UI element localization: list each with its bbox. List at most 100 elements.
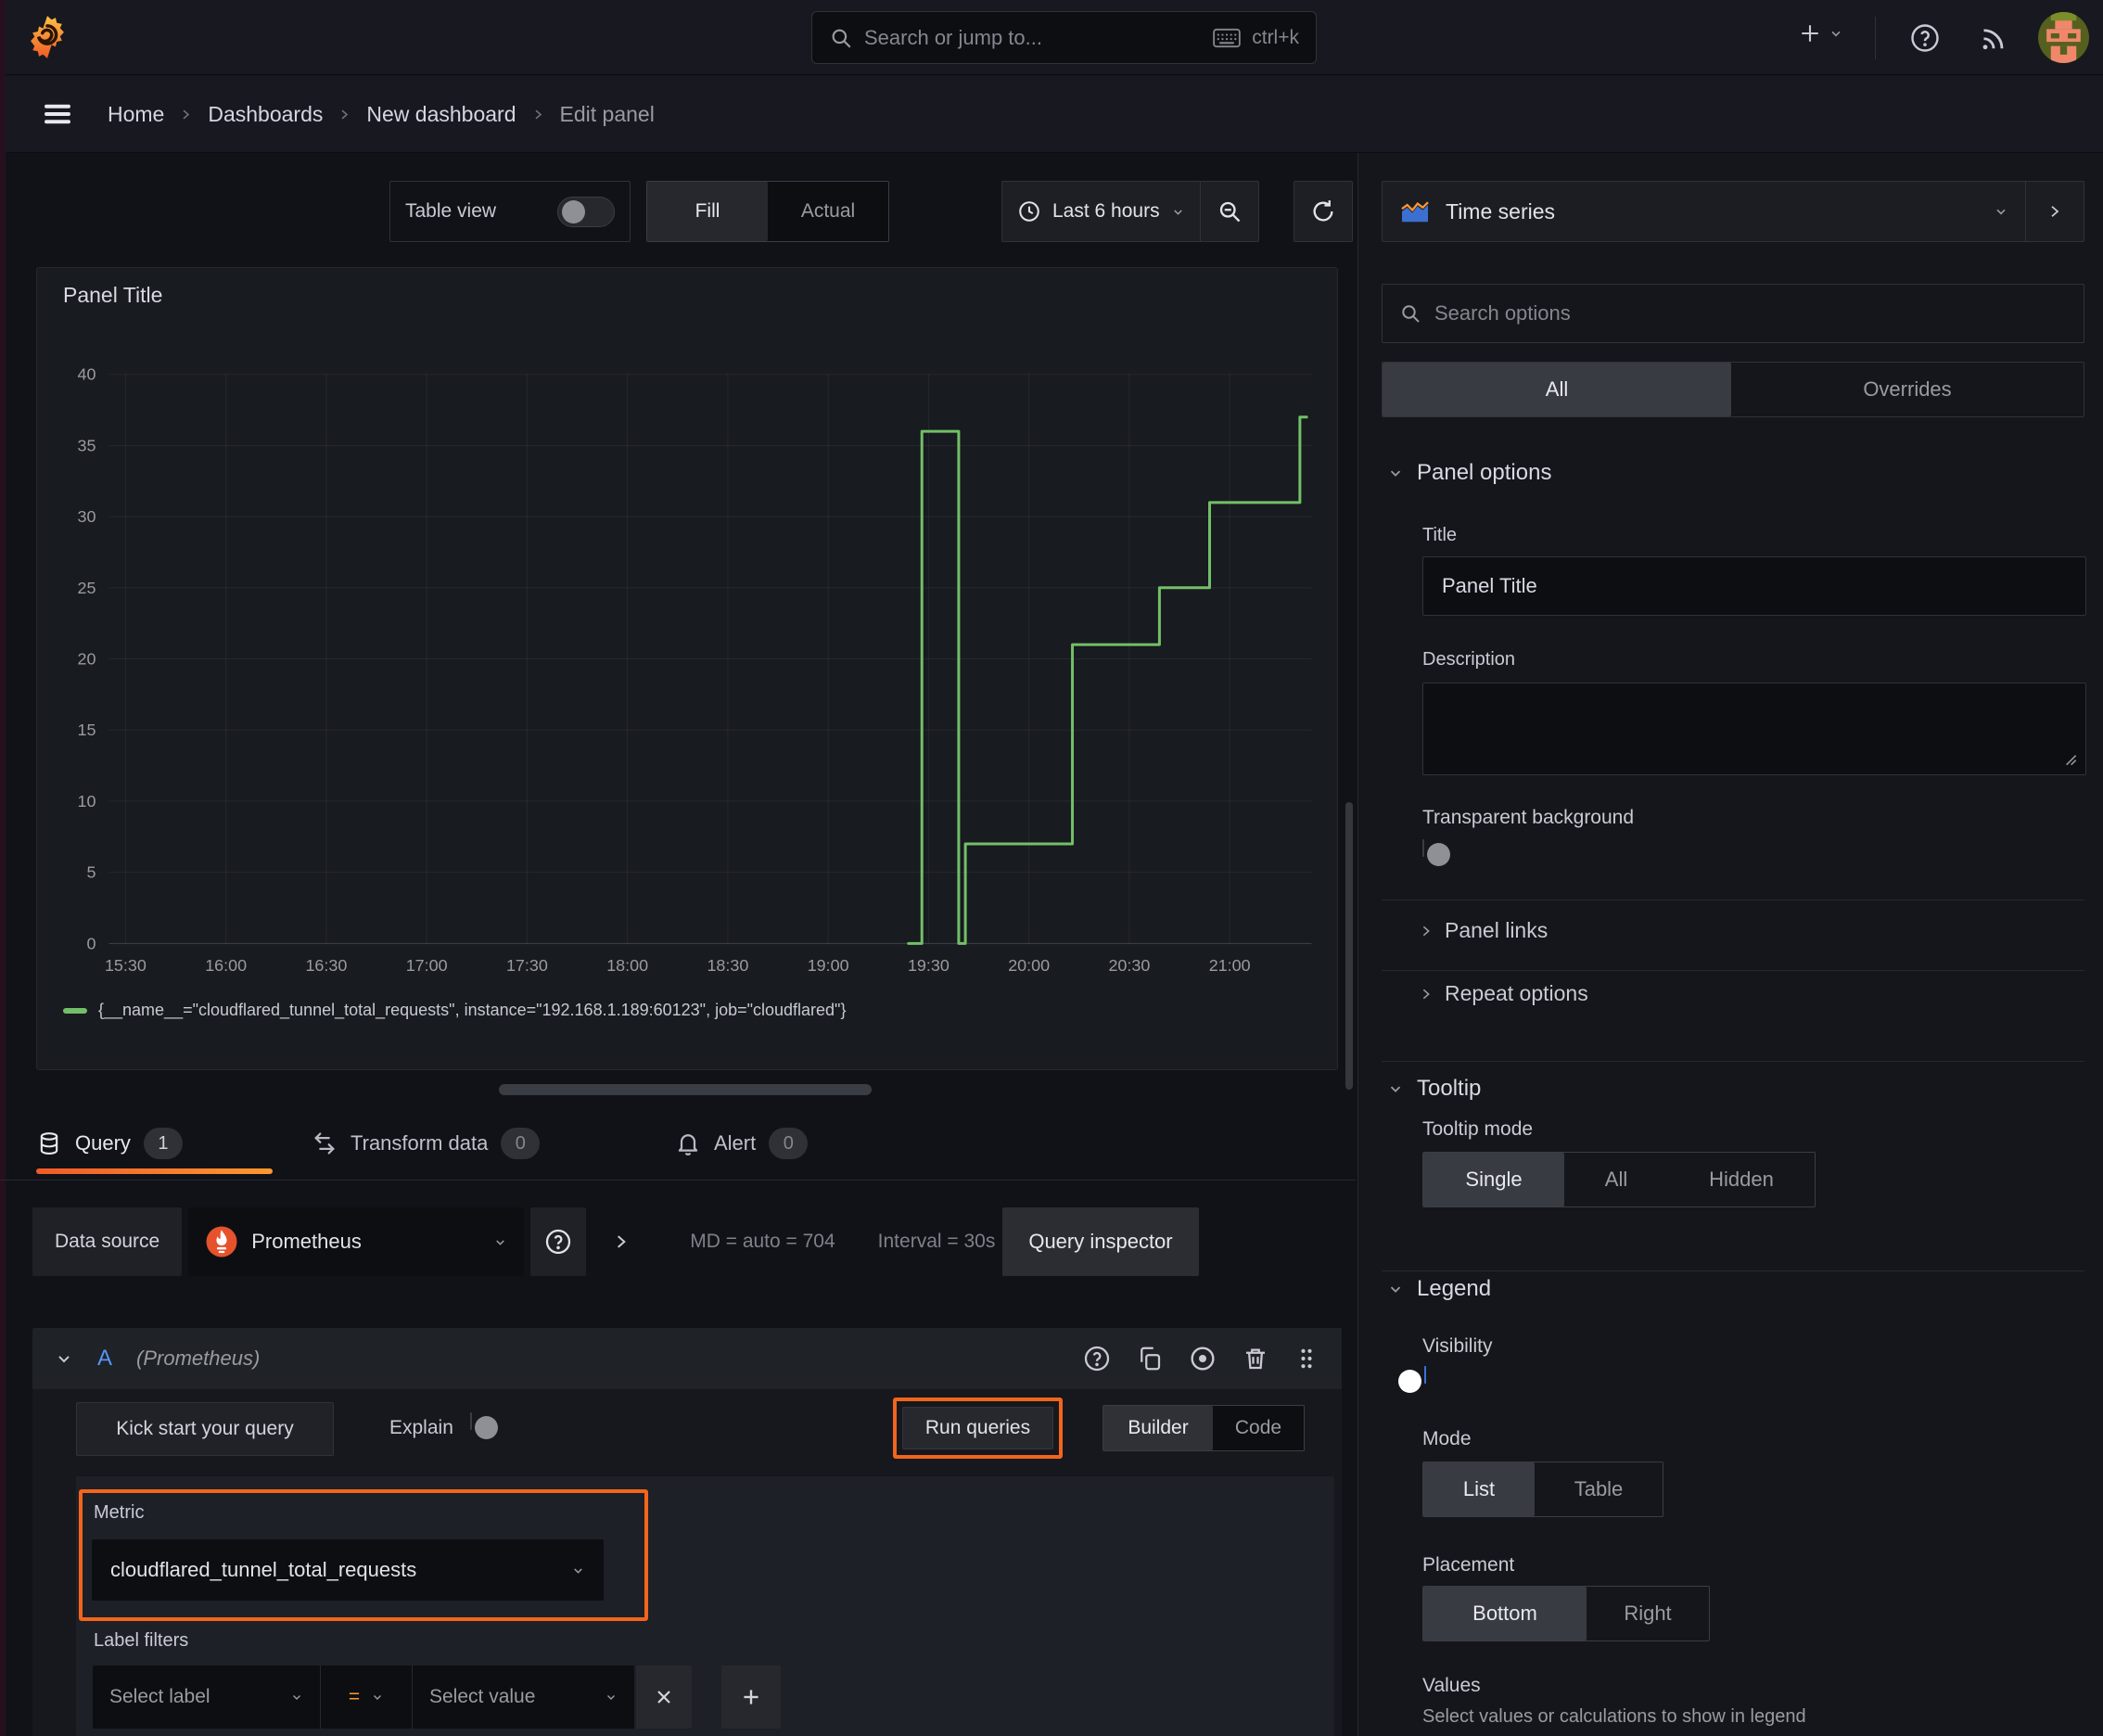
code-option[interactable]: Code (1213, 1406, 1304, 1450)
panel-preview: 15:30 16:00 16:30 17:00 17:30 18:00 18:30 19:00… (36, 267, 1338, 1070)
visualization-picker[interactable]: Time series (1382, 181, 2084, 242)
svg-text:16:00: 16:00 (205, 956, 247, 975)
svg-text:21:00: 21:00 (1209, 956, 1251, 975)
global-search[interactable]: ctrl+k (811, 11, 1317, 64)
datasource-help-button[interactable] (530, 1207, 587, 1276)
menu-icon[interactable] (39, 97, 76, 131)
explain-toggle[interactable] (470, 1412, 498, 1439)
breadcrumb-home[interactable]: Home (108, 102, 164, 127)
tab-all[interactable]: All (1383, 363, 1731, 416)
news-icon[interactable] (1977, 21, 2010, 55)
options-search[interactable] (1382, 284, 2084, 343)
panel-resize-handle[interactable] (499, 1084, 872, 1095)
metric-value: cloudflared_tunnel_total_requests (110, 1558, 417, 1581)
actual-option[interactable]: Actual (768, 182, 888, 241)
panel-title[interactable]: Panel Title (63, 283, 162, 308)
panel-title-input[interactable] (1422, 556, 2086, 616)
tab-alert[interactable]: Alert 0 (675, 1113, 809, 1174)
breadcrumb-new-dashboard[interactable]: New dashboard (366, 102, 516, 127)
chevron-down-icon (571, 1564, 585, 1577)
drag-handle-icon[interactable] (1294, 1345, 1319, 1372)
kick-start-button[interactable]: Kick start your query (76, 1402, 334, 1456)
placement-bottom-option[interactable]: Bottom (1423, 1587, 1587, 1640)
query-inspector-button[interactable]: Query inspector (1002, 1207, 1199, 1276)
divider (1382, 970, 2084, 971)
section-panel-options[interactable]: Panel options (1387, 460, 1551, 486)
options-search-input[interactable] (1434, 301, 2067, 326)
svg-text:20: 20 (78, 650, 96, 669)
top-bar: ctrl+k (0, 0, 2103, 75)
chevron-down-icon (1387, 1281, 1404, 1297)
search-input[interactable] (864, 25, 1203, 50)
select-label-dropdown[interactable]: Select label (93, 1666, 321, 1729)
chart-legend[interactable]: {__name__="cloudflared_tunnel_total_requ… (63, 1001, 846, 1020)
section-tooltip[interactable]: Tooltip (1387, 1076, 1481, 1102)
plus-icon (1797, 20, 1823, 46)
legend-visibility-toggle[interactable] (1398, 1366, 1426, 1393)
tab-query[interactable]: Query 1 (36, 1113, 183, 1174)
add-filter-button[interactable] (721, 1666, 781, 1729)
fill-option[interactable]: Fill (647, 182, 768, 241)
editor-tabs: Query 1 Transform data 0 Alert 0 (0, 1113, 1356, 1181)
tab-transform-count: 0 (501, 1128, 541, 1159)
timeseries-chart[interactable]: 15:30 16:00 16:30 17:00 17:30 18:00 18:30 19:00… (37, 268, 1339, 1071)
expand-viz-list-icon[interactable] (2026, 182, 2084, 241)
active-tab-underline (36, 1168, 273, 1174)
run-queries-button[interactable]: Run queries (902, 1407, 1053, 1449)
legend-series-marker (63, 1007, 87, 1014)
svg-text:30: 30 (78, 507, 96, 526)
user-avatar[interactable] (2038, 12, 2089, 68)
tab-overrides[interactable]: Overrides (1731, 363, 2084, 416)
remove-filter-button[interactable] (636, 1666, 692, 1729)
chevron-down-icon (1387, 1080, 1404, 1097)
table-view-toggle[interactable] (557, 196, 615, 227)
time-range-group: Last 6 hours (1001, 181, 1259, 242)
mode-table-option[interactable]: Table (1535, 1462, 1663, 1516)
chevron-right-icon (179, 108, 193, 121)
disable-query-icon[interactable] (1188, 1344, 1217, 1373)
panel-links-collapsible[interactable]: Panel links (1419, 918, 1548, 943)
datasource-picker[interactable]: Prometheus (188, 1207, 525, 1276)
metric-select[interactable]: cloudflared_tunnel_total_requests (92, 1539, 604, 1601)
chevron-down-icon (1994, 204, 2008, 219)
timeseries-viz-icon (1399, 198, 1431, 224)
query-stats-interval: Interval = 30s (877, 1231, 996, 1252)
tab-query-label: Query (75, 1131, 131, 1155)
transparent-bg-toggle[interactable] (1422, 839, 1450, 866)
query-row-header[interactable]: A (Prometheus) (32, 1328, 1342, 1389)
operator-dropdown[interactable]: = (321, 1666, 413, 1729)
duplicate-query-icon[interactable] (1136, 1345, 1164, 1372)
transparent-bg-label: Transparent background (1422, 807, 1635, 828)
tooltip-single-option[interactable]: Single (1423, 1153, 1564, 1206)
breadcrumb: Home Dashboards New dashboard Edit panel (108, 75, 655, 153)
tooltip-hidden-option[interactable]: Hidden (1668, 1153, 1815, 1206)
delete-query-icon[interactable] (1242, 1345, 1269, 1372)
refresh-button[interactable] (1294, 181, 1353, 242)
query-help-icon[interactable] (1082, 1344, 1112, 1373)
zoom-out-icon[interactable] (1201, 182, 1258, 241)
chevron-right-icon (531, 108, 545, 121)
time-range-picker[interactable]: Last 6 hours (1002, 182, 1200, 241)
tab-transform[interactable]: Transform data 0 (312, 1113, 541, 1174)
legend-placement-switch: Bottom Right (1422, 1586, 1710, 1641)
mode-list-option[interactable]: List (1423, 1462, 1535, 1516)
add-menu-button[interactable] (1797, 20, 1843, 46)
collapse-options-icon[interactable] (612, 1232, 631, 1251)
builder-option[interactable]: Builder (1103, 1406, 1213, 1450)
placement-right-option[interactable]: Right (1587, 1587, 1709, 1640)
repeat-options-collapsible[interactable]: Repeat options (1419, 981, 1588, 1006)
description-textarea[interactable] (1422, 683, 2086, 775)
visualization-label: Time series (1446, 198, 1555, 223)
select-value-dropdown[interactable]: Select value (413, 1666, 634, 1729)
chevron-down-icon[interactable] (55, 1349, 73, 1368)
section-legend[interactable]: Legend (1387, 1276, 1491, 1302)
section-tooltip-label: Tooltip (1417, 1076, 1482, 1101)
breadcrumb-dashboards[interactable]: Dashboards (208, 102, 323, 127)
select-label-placeholder: Select label (109, 1686, 210, 1707)
resize-grip-icon (2060, 749, 2079, 768)
help-icon[interactable] (1908, 21, 1942, 55)
builder-code-switch: Builder Code (1102, 1405, 1305, 1451)
tooltip-all-option[interactable]: All (1564, 1153, 1668, 1206)
legend-series-label[interactable]: {__name__="cloudflared_tunnel_total_requ… (98, 1001, 846, 1020)
scrollbar-thumb[interactable] (1345, 802, 1353, 1090)
